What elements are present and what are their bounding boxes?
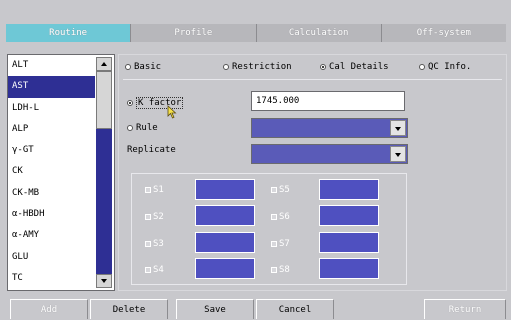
radio-restriction[interactable]: Restriction bbox=[223, 62, 292, 72]
tab-routine[interactable]: Routine bbox=[6, 24, 132, 42]
radio-icon bbox=[419, 64, 425, 70]
checkbox-icon bbox=[145, 187, 151, 193]
view-option-group: Basic Restriction Cal Details QC Info. bbox=[119, 62, 508, 76]
replicate-s7[interactable]: S7 bbox=[271, 239, 290, 249]
replicate-label: Replicate bbox=[127, 145, 176, 155]
checkbox-icon bbox=[145, 267, 151, 273]
list-item[interactable]: γ-GT bbox=[8, 140, 95, 161]
radio-basic-label: Basic bbox=[134, 62, 162, 72]
cancel-button[interactable]: Cancel bbox=[256, 299, 334, 319]
replicate-s5[interactable]: S5 bbox=[271, 185, 290, 195]
replicate-label: S5 bbox=[279, 185, 290, 195]
tab-off-system[interactable]: Off-system bbox=[381, 24, 506, 42]
replicate-label: S6 bbox=[279, 212, 290, 222]
bottom-button-bar: Add Delete Save Cancel Return bbox=[0, 299, 511, 319]
replicate-label: S8 bbox=[279, 265, 290, 275]
radio-selected-icon bbox=[320, 64, 326, 70]
add-button[interactable]: Add bbox=[10, 299, 88, 319]
k-factor-input[interactable]: 1745.000 bbox=[251, 91, 405, 111]
return-button[interactable]: Return bbox=[424, 299, 506, 319]
list-item[interactable]: α-HBDH bbox=[8, 204, 95, 225]
replicate-s8-field[interactable] bbox=[319, 258, 379, 279]
list-item[interactable]: CK bbox=[8, 161, 95, 182]
delete-button[interactable]: Delete bbox=[90, 299, 168, 319]
cal-details-panel: Basic Restriction Cal Details QC Info. K… bbox=[118, 54, 507, 291]
replicate-s7-field[interactable] bbox=[319, 232, 379, 253]
save-button[interactable]: Save bbox=[176, 299, 254, 319]
radio-qc-info[interactable]: QC Info. bbox=[419, 62, 471, 72]
scroll-up-button[interactable] bbox=[96, 57, 112, 71]
checkbox-icon bbox=[145, 214, 151, 220]
replicate-s3-field[interactable] bbox=[195, 232, 255, 253]
replicate-label: S3 bbox=[153, 239, 164, 249]
replicate-group: S1 S5 S2 S6 S3 S7 S4 S8 bbox=[131, 173, 407, 285]
checkbox-icon bbox=[271, 214, 277, 220]
chevron-down-icon bbox=[395, 153, 401, 157]
arrow-up-icon bbox=[101, 62, 107, 66]
list-item[interactable]: CK-MB bbox=[8, 183, 95, 204]
chevron-down-icon bbox=[395, 127, 401, 131]
top-tab-bar: Routine Profile Calculation Off-system bbox=[6, 24, 506, 42]
dropdown-button[interactable] bbox=[390, 120, 406, 136]
scroll-down-button[interactable] bbox=[96, 274, 112, 288]
replicate-s2-field[interactable] bbox=[195, 205, 255, 226]
replicate-dropdown[interactable] bbox=[251, 144, 408, 164]
radio-cal-details-label: Cal Details bbox=[329, 62, 389, 72]
checkbox-icon bbox=[271, 267, 277, 273]
radio-qc-info-label: QC Info. bbox=[428, 62, 472, 72]
replicate-label: S4 bbox=[153, 265, 164, 275]
radio-cal-details[interactable]: Cal Details bbox=[320, 62, 389, 72]
radio-selected-icon bbox=[127, 100, 133, 106]
replicate-s8[interactable]: S8 bbox=[271, 265, 290, 275]
replicate-s6[interactable]: S6 bbox=[271, 212, 290, 222]
replicate-s4[interactable]: S4 bbox=[145, 265, 164, 275]
list-item[interactable]: LDH-L bbox=[8, 98, 95, 119]
replicate-s6-field[interactable] bbox=[319, 205, 379, 226]
test-list-items: ALT AST LDH-L ALP γ-GT CK CK-MB α-HBDH α… bbox=[8, 55, 95, 289]
checkbox-icon bbox=[271, 187, 277, 193]
list-item[interactable]: TC bbox=[8, 268, 95, 289]
tab-profile[interactable]: Profile bbox=[131, 24, 257, 42]
replicate-s2[interactable]: S2 bbox=[145, 212, 164, 222]
rule-label: Rule bbox=[136, 123, 158, 133]
replicate-s3[interactable]: S3 bbox=[145, 239, 164, 249]
radio-icon bbox=[127, 125, 133, 131]
radio-basic[interactable]: Basic bbox=[125, 62, 161, 72]
replicate-label: S7 bbox=[279, 239, 290, 249]
divider bbox=[123, 79, 502, 80]
rule-dropdown[interactable] bbox=[251, 118, 408, 138]
replicate-s5-field[interactable] bbox=[319, 179, 379, 200]
list-scrollbar[interactable] bbox=[96, 57, 112, 288]
scroll-thumb[interactable] bbox=[96, 71, 112, 129]
dropdown-button[interactable] bbox=[390, 146, 406, 162]
checkbox-icon bbox=[271, 241, 277, 247]
list-item[interactable]: ALP bbox=[8, 119, 95, 140]
list-item[interactable]: GLU bbox=[8, 247, 95, 268]
tab-calculation[interactable]: Calculation bbox=[256, 24, 382, 42]
list-item-selected[interactable]: AST bbox=[8, 76, 95, 98]
arrow-down-icon bbox=[101, 279, 107, 283]
mouse-cursor-icon bbox=[167, 105, 177, 119]
list-item[interactable]: α-AMY bbox=[8, 225, 95, 246]
radio-icon bbox=[125, 64, 131, 70]
list-item[interactable]: ALT bbox=[8, 55, 95, 76]
checkbox-icon bbox=[145, 241, 151, 247]
radio-rule[interactable]: Rule bbox=[127, 123, 158, 133]
replicate-s1-field[interactable] bbox=[195, 179, 255, 200]
radio-restriction-label: Restriction bbox=[232, 62, 292, 72]
replicate-label: S1 bbox=[153, 185, 164, 195]
replicate-label: S2 bbox=[153, 212, 164, 222]
replicate-s1[interactable]: S1 bbox=[145, 185, 164, 195]
test-list: ALT AST LDH-L ALP γ-GT CK CK-MB α-HBDH α… bbox=[7, 54, 115, 291]
radio-icon bbox=[223, 64, 229, 70]
replicate-s4-field[interactable] bbox=[195, 258, 255, 279]
